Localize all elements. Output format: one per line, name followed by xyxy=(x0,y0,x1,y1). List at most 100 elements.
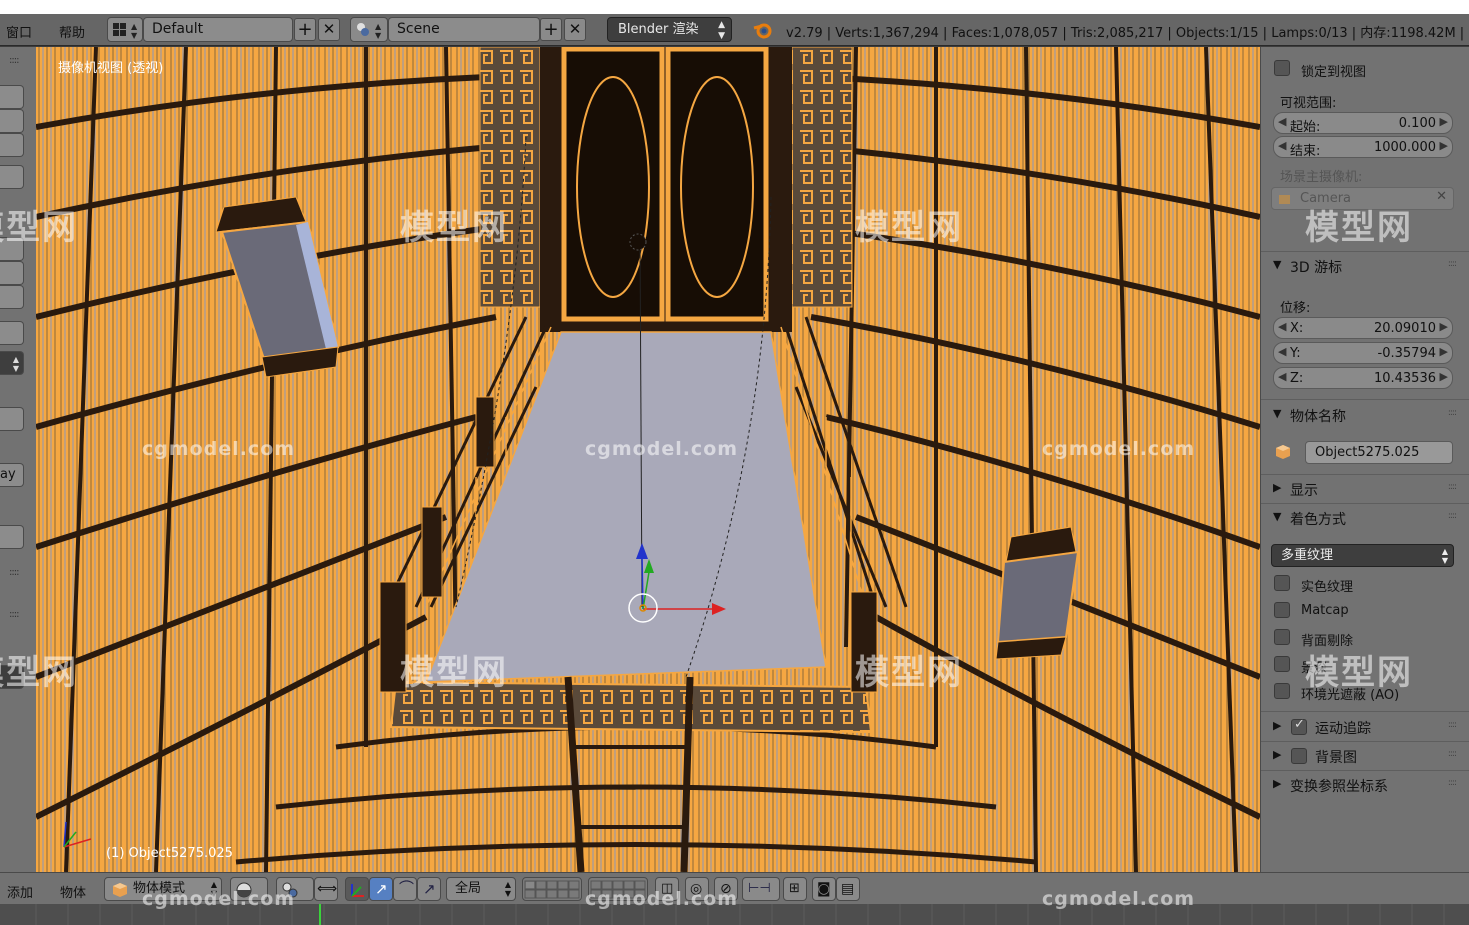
scene-selector[interactable]: ▲ ▼ xyxy=(350,17,388,42)
tool-tab-3[interactable] xyxy=(0,133,24,157)
delete-scene-button[interactable]: ✕ xyxy=(564,18,586,41)
scene-name-field[interactable]: Scene xyxy=(388,17,540,42)
section-transform-orientations[interactable]: ▶ 变换参照坐标系 :::: xyxy=(1261,772,1469,798)
tool-tab-7[interactable] xyxy=(0,285,24,309)
shading-mode-dropdown[interactable]: 多重纹理 ▲ ▼ xyxy=(1271,544,1454,567)
opengl-animation-button[interactable]: ▤ xyxy=(836,877,860,901)
section-motion-tracking[interactable]: ▶ ✓ 运动追踪 :::: xyxy=(1261,714,1469,740)
tool-tab-8[interactable] xyxy=(0,321,24,345)
move-tool-toggle[interactable]: ↗ xyxy=(369,877,393,901)
tool-tab-2[interactable] xyxy=(0,109,24,133)
cursor-y-label: Y: xyxy=(1290,346,1301,361)
section-object-name[interactable]: ▼ 物体名称 :::: xyxy=(1261,402,1469,428)
object-name-field[interactable]: Object5275.025 xyxy=(1305,441,1453,464)
motion-tracking-checkbox[interactable]: ✓ xyxy=(1291,717,1307,735)
tool-tab-display[interactable]: ay xyxy=(0,463,24,487)
object-mode-icon xyxy=(113,883,127,897)
camera-object-icon xyxy=(1279,195,1290,204)
tool-tab-9[interactable] xyxy=(0,407,24,431)
mode-dropdown[interactable]: 物体模式 ▲ ▼ xyxy=(104,877,222,901)
cursor-z-field[interactable]: ◀ Z: 10.43536 ▶ xyxy=(1273,367,1453,389)
top-strip xyxy=(0,0,1469,14)
section-3d-cursor-title: 3D 游标 xyxy=(1290,260,1343,276)
scene-camera-field[interactable]: Camera ✕ xyxy=(1271,187,1454,210)
cursor-y-field[interactable]: ◀ Y: -0.35794 ▶ xyxy=(1273,342,1453,364)
solid-texture-label: 实色纹理 xyxy=(1301,580,1354,595)
arrow-left-icon: ◀ xyxy=(1278,115,1287,128)
arrow-left-icon: ◀ xyxy=(1278,139,1287,152)
expanded-triangle-icon: ▼ xyxy=(1273,510,1282,523)
section-background-images-title: 背景图 xyxy=(1315,750,1357,766)
ambient-occlusion-checkbox[interactable] xyxy=(1274,683,1290,699)
scale-tool-toggle[interactable]: ↗ xyxy=(417,877,441,901)
orientation-dropdown[interactable]: 全局 ▲ ▼ xyxy=(446,877,516,901)
delete-layout-button[interactable]: ✕ xyxy=(318,18,340,41)
manipulator-toggle[interactable]: ⟺ xyxy=(314,877,338,901)
backface-culling-checkbox[interactable] xyxy=(1274,629,1290,645)
snap-toggle[interactable]: ⊘ xyxy=(714,877,738,901)
properties-panel: 锁定到视图 可视范围: ◀ 起始: 0.100 ▶ ◀ 结束: 1000.000… xyxy=(1260,47,1469,872)
section-shading[interactable]: ▼ 着色方式 :::: xyxy=(1261,505,1469,531)
layout-name-field[interactable]: Default xyxy=(143,17,293,42)
clip-start-field[interactable]: ◀ 起始: 0.100 ▶ xyxy=(1273,112,1453,135)
location-label: 位移: xyxy=(1280,301,1311,316)
layer-buttons-group-2[interactable] xyxy=(588,877,648,901)
menu-object[interactable]: 物体 xyxy=(60,882,86,901)
solid-texture-checkbox[interactable] xyxy=(1274,575,1290,591)
shading-mode-value: 多重纹理 xyxy=(1281,548,1334,563)
playhead[interactable] xyxy=(319,904,321,925)
snap-element-dropdown[interactable]: ⊢⊣ xyxy=(742,877,780,901)
opengl-render-button[interactable]: ◙ xyxy=(812,877,836,901)
proportional-edit-toggle[interactable]: ◎ xyxy=(685,877,709,901)
render-engine-dropdown[interactable]: Blender 渲染 ▲ ▼ xyxy=(607,17,732,42)
layer-buttons-group-1[interactable] xyxy=(522,877,582,901)
tool-dropdown[interactable]: ▲ ▼ xyxy=(0,351,24,375)
timeline-strip[interactable] xyxy=(0,904,1469,925)
screen-layout-selector[interactable]: ▲ ▼ xyxy=(107,17,143,42)
grip-icon: :::: xyxy=(1447,778,1457,788)
right-carved-pillar xyxy=(791,47,853,308)
menu-window[interactable]: 窗口 xyxy=(6,22,32,41)
pivot-point-dropdown[interactable] xyxy=(276,877,314,901)
expanded-triangle-icon: ▼ xyxy=(1273,258,1282,271)
depth-of-field-label: 景深 xyxy=(1301,661,1328,676)
3d-view-header: 添加 物体 物体模式 ▲ ▼ ⟺ ↗ ⌒ ↗ 全局 ▲ ▼ ◫ ◎ ⊘ ⊢⊣ ⊞… xyxy=(0,872,1469,904)
grip-icon: :::: xyxy=(1447,749,1457,759)
tool-tab-11[interactable] xyxy=(0,665,24,689)
tool-tab-6[interactable] xyxy=(0,261,24,285)
arrow-right-icon: ▶ xyxy=(1439,320,1448,333)
section-background-images[interactable]: ▶ 背景图 :::: xyxy=(1261,743,1469,769)
tool-tab-1[interactable] xyxy=(0,85,24,109)
section-motion-tracking-title: 运动追踪 xyxy=(1315,721,1371,737)
background-images-checkbox[interactable] xyxy=(1291,748,1307,764)
add-scene-button[interactable]: + xyxy=(540,18,562,41)
snap-target-toggle[interactable]: ⊞ xyxy=(783,877,807,901)
post-left xyxy=(379,581,407,693)
rotate-tool-toggle[interactable]: ⌒ xyxy=(393,877,417,901)
add-layout-button[interactable]: + xyxy=(294,18,316,41)
menu-help[interactable]: 帮助 xyxy=(59,22,85,41)
matcap-checkbox[interactable] xyxy=(1274,602,1290,618)
arrow-right-icon: ▶ xyxy=(1439,370,1448,383)
menu-add[interactable]: 添加 xyxy=(7,882,33,901)
section-3d-cursor[interactable]: ▼ 3D 游标 :::: xyxy=(1261,253,1469,279)
checkmark-icon: ✓ xyxy=(1294,717,1305,732)
section-display[interactable]: ▶ 显示 :::: xyxy=(1261,476,1469,502)
arrow-right-icon: ▶ xyxy=(1439,345,1448,358)
translate-manipulator[interactable] xyxy=(345,877,369,901)
tool-tab-4[interactable] xyxy=(0,165,24,189)
lock-layers-toggle[interactable]: ◫ xyxy=(655,877,679,901)
manipulator-icon: ⟺ xyxy=(317,881,338,897)
tool-tab-10[interactable] xyxy=(0,525,24,549)
clip-end-value: 1000.000 xyxy=(1373,140,1436,155)
depth-of-field-checkbox[interactable] xyxy=(1274,656,1290,672)
cursor-x-field[interactable]: ◀ X: 20.09010 ▶ xyxy=(1273,317,1453,339)
viewport-shading-dropdown[interactable] xyxy=(230,877,268,901)
rotate-arc-icon: ⌒ xyxy=(399,879,415,897)
clear-camera-icon[interactable]: ✕ xyxy=(1436,189,1447,204)
lock-to-view-checkbox[interactable] xyxy=(1274,60,1290,76)
tool-tab-5[interactable] xyxy=(0,237,24,261)
magnet-icon: ⊘ xyxy=(720,881,732,897)
clip-end-field[interactable]: ◀ 结束: 1000.000 ▶ xyxy=(1273,136,1453,159)
3d-viewport[interactable]: 摄像机视图 (透视) (1) Object5275.025 xyxy=(36,47,1260,872)
